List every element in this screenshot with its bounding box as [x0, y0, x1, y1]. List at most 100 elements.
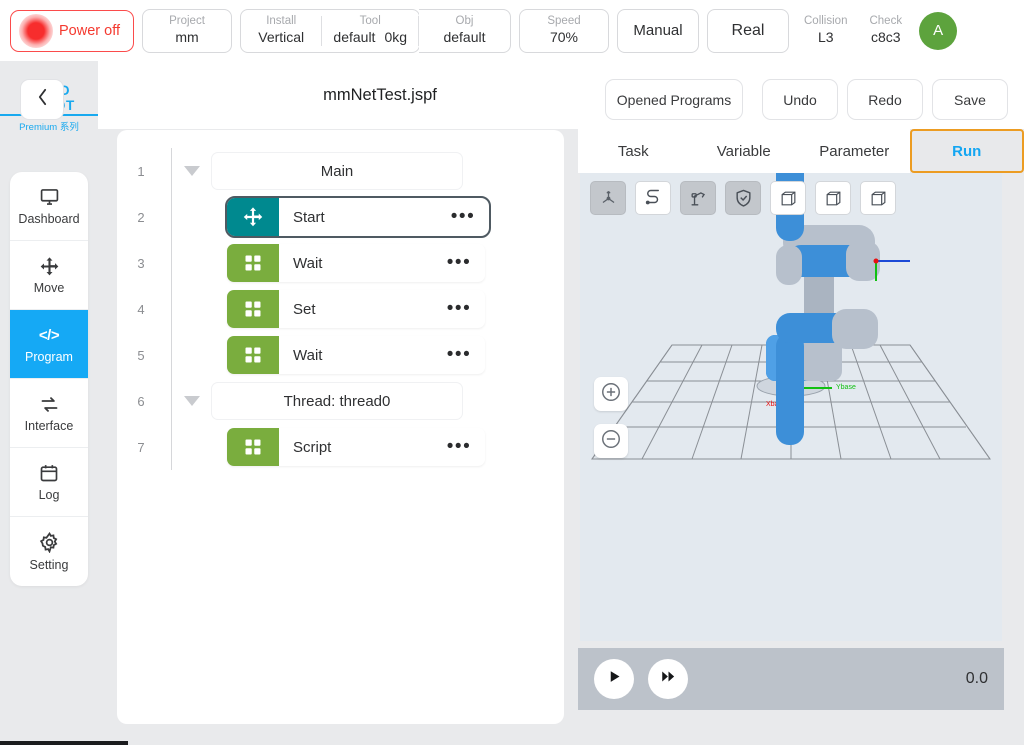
collision-key: Collision: [804, 15, 848, 28]
trajectory-path-icon[interactable]: [635, 181, 671, 215]
zoom-in-button[interactable]: [594, 377, 628, 411]
node-label: Wait: [293, 254, 323, 272]
tree-row-set[interactable]: 4 Set •••: [117, 286, 564, 332]
tool-payload: 0kg: [384, 29, 408, 46]
move-arrows-icon: [39, 255, 60, 277]
cube-view-front-icon[interactable]: [815, 181, 851, 215]
mode-manual-button[interactable]: Manual: [617, 8, 699, 53]
row-number: 5: [137, 347, 145, 363]
project-indicator[interactable]: Project mm: [142, 8, 232, 53]
tree-row-thread[interactable]: 6 Thread: thread0: [117, 378, 564, 424]
sidebar-item-setting[interactable]: Setting: [10, 517, 88, 586]
block-label: Thread: thread0: [283, 392, 391, 410]
viewport-toolbar: [590, 181, 896, 215]
gear-icon: [39, 532, 60, 554]
check-value: c8c3: [870, 29, 901, 45]
collapse-triangle-icon[interactable]: [179, 396, 205, 406]
code-brackets-icon: </>: [38, 326, 60, 344]
sidebar-item-label: Interface: [24, 419, 74, 433]
tab-label: Run: [952, 142, 982, 160]
tree-row-wait-2[interactable]: 5 Wait •••: [117, 332, 564, 378]
tree-row-main[interactable]: 1 Main: [117, 148, 564, 194]
robot-arm-model: [776, 241, 910, 445]
tab-task[interactable]: Task: [578, 129, 689, 173]
play-icon: [607, 669, 622, 689]
back-button[interactable]: [20, 79, 64, 120]
node-more-button[interactable]: •••: [433, 436, 485, 458]
program-node-wait-2[interactable]: Wait •••: [227, 336, 485, 374]
tree-row-start[interactable]: 2 Start •••: [117, 194, 564, 240]
sidebar-item-program[interactable]: </> Program: [10, 310, 88, 379]
sidebar-item-label: Move: [33, 281, 65, 295]
program-node-script[interactable]: Script •••: [227, 428, 485, 466]
top-status-bar: Power off Project mm Install Vertical To…: [0, 0, 1024, 61]
node-more-button[interactable]: •••: [433, 344, 485, 366]
collapse-triangle-icon[interactable]: [179, 166, 205, 176]
cube-view-left-icon[interactable]: [770, 181, 806, 215]
tab-parameter[interactable]: Parameter: [799, 129, 910, 173]
redo-button[interactable]: Redo: [847, 79, 923, 120]
grid-squares-icon: [227, 428, 279, 466]
tree-rail: [171, 194, 172, 240]
sidebar-item-dashboard[interactable]: Dashboard: [10, 172, 88, 241]
mode-real-button[interactable]: Real: [707, 8, 789, 53]
cube-view-right-icon[interactable]: [860, 181, 896, 215]
move-arrows-icon: [227, 198, 279, 236]
node-label: Wait: [293, 346, 323, 364]
sidebar-item-interface[interactable]: Interface: [10, 379, 88, 448]
check-indicator: Check c8c3: [862, 15, 909, 46]
node-label: Start: [293, 208, 325, 226]
robot-tool-icon[interactable]: [680, 181, 716, 215]
grid-squares-icon: [227, 336, 279, 374]
sidebar-item-move[interactable]: Move: [10, 241, 88, 310]
avatar[interactable]: A: [919, 11, 958, 50]
grid-squares-icon: [227, 244, 279, 282]
undo-button[interactable]: Undo: [762, 79, 838, 120]
block-header-main[interactable]: Main: [211, 152, 463, 190]
left-sidebar: DUCO COBOT Premium 系列 Dashboard Move </>: [0, 61, 98, 745]
avatar-initial: A: [933, 22, 944, 39]
play-button[interactable]: [594, 659, 634, 699]
fast-forward-button[interactable]: [648, 659, 688, 699]
collision-indicator: Collision L3: [797, 15, 854, 46]
sidebar-item-label: Setting: [29, 557, 69, 572]
tree-row-wait-1[interactable]: 3 Wait •••: [117, 240, 564, 286]
program-node-start[interactable]: Start •••: [225, 196, 491, 238]
program-tree-list: 1 Main 2 Start ••• 3 Wait ••• 4 Set ••• …: [117, 148, 564, 470]
shield-check-icon[interactable]: [725, 181, 761, 215]
zoom-out-icon: [600, 428, 622, 455]
program-node-set[interactable]: Set •••: [227, 290, 485, 328]
obj-value: default: [443, 29, 486, 46]
sidebar-item-log[interactable]: Log: [10, 448, 88, 517]
row-number: 2: [137, 209, 145, 225]
node-more-button[interactable]: •••: [437, 206, 489, 228]
speed-indicator[interactable]: Speed 70%: [519, 8, 609, 53]
zoom-out-button[interactable]: [594, 424, 628, 458]
horizontal-scrollbar[interactable]: [0, 741, 128, 745]
save-button[interactable]: Save: [932, 79, 1008, 120]
opened-programs-button[interactable]: Opened Programs: [605, 79, 743, 120]
program-node-wait-1[interactable]: Wait •••: [227, 244, 485, 282]
sidebar-item-label: Dashboard: [18, 212, 80, 226]
save-label: Save: [954, 91, 986, 108]
node-more-button[interactable]: •••: [433, 298, 485, 320]
panel-tabs: Task Variable Parameter Run: [578, 129, 1024, 173]
sidebar-item-label: Program: [25, 350, 73, 364]
playback-bar: 0.0: [578, 648, 1004, 710]
install-tool-obj-indicator[interactable]: Install Vertical Tool default 0kg: [240, 8, 420, 53]
robot-3d-viewport[interactable]: Ybase Xbase: [580, 173, 1002, 641]
tree-row-script[interactable]: 7 Script •••: [117, 424, 564, 470]
monitor-icon: [39, 186, 60, 208]
tab-run[interactable]: Run: [909, 129, 1024, 173]
node-more-button[interactable]: •••: [433, 252, 485, 274]
node-label: Script: [293, 438, 332, 456]
collision-value: L3: [817, 29, 834, 45]
power-off-button[interactable]: Power off: [10, 9, 134, 52]
playback-value: 0.0: [965, 670, 988, 687]
tab-variable[interactable]: Variable: [688, 129, 799, 173]
block-header-thread[interactable]: Thread: thread0: [211, 382, 463, 420]
obj-indicator[interactable]: Obj default: [419, 8, 511, 53]
axes-tripod-icon[interactable]: [590, 181, 626, 215]
block-label: Main: [320, 162, 354, 180]
tree-rail: [171, 332, 172, 378]
